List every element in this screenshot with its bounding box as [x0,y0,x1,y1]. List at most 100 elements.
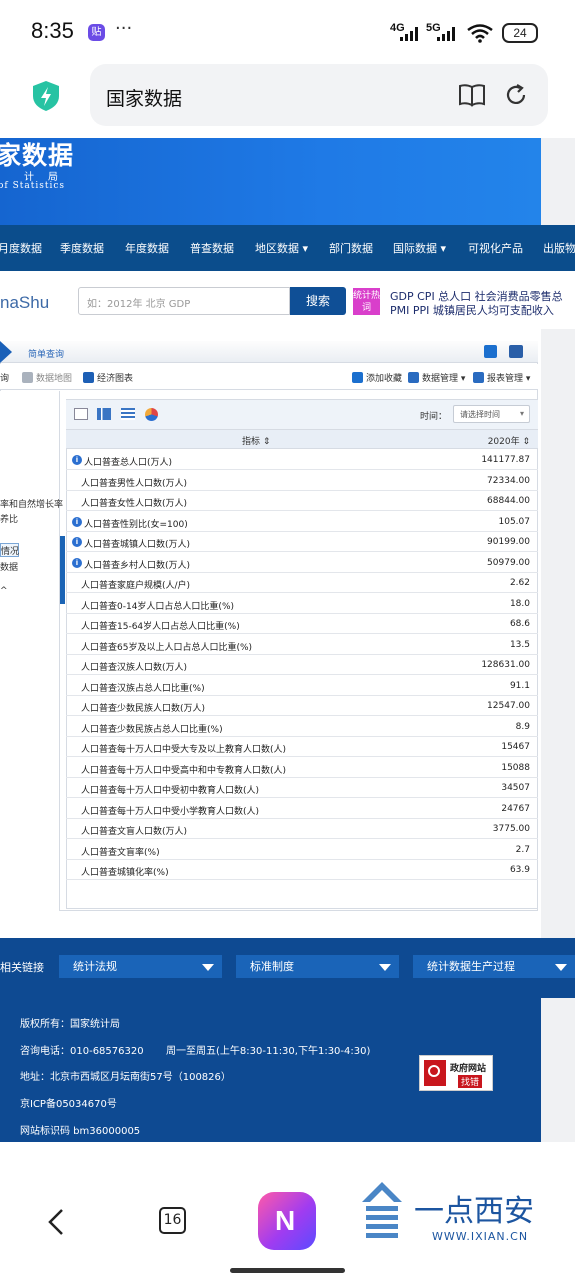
info-icon[interactable]: i [72,557,82,568]
row-indicator-name: 人口普查家庭户规模(人/户) [81,581,191,591]
footer-icp[interactable]: 京ICP备05034670号 [20,1095,117,1110]
row-value: 2.62 [509,578,530,588]
row-indicator-name: 人口普查汉族人口数(万人) [81,663,188,673]
back-icon[interactable] [46,1208,66,1236]
nav-publications[interactable]: 出版物 [543,240,575,256]
battery-icon: 24 [502,23,538,43]
table-row[interactable]: 人口普查女性人口数(万人) 68844.00 [66,491,538,511]
add-favorite-button[interactable]: 添加收藏 [352,371,402,384]
table-row[interactable]: 人口普查15-64岁人口占总人口比重(%) 68.6 [66,614,538,634]
col-year[interactable]: 2020年 ⇕ [488,434,530,447]
report-manage-button[interactable]: 报表管理 ▾ [473,371,530,384]
nav-monthly[interactable]: 月度数据 [0,240,42,256]
row-indicator-name: 人口普查每十万人口中受大专及以上教育人口数(人) [81,745,287,755]
nav-quarterly[interactable]: 季度数据 [60,240,104,256]
hot-words-line2[interactable]: PMI PPI 城镇居民人均可支配收入 [390,302,554,318]
watermark-logo-icon [362,1182,402,1238]
dropdown-data-process[interactable]: 统计数据生产过程 [413,955,575,978]
table-row[interactable]: 人口普查每十万人口中受高中和中专教育人口数(人) 15088 [66,758,538,778]
data-map-button[interactable]: 数据地图 [22,371,72,384]
col-indicator[interactable]: 指标 ⇕ [242,434,270,447]
chevron-down-icon [555,964,567,971]
info-icon[interactable]: i [72,455,82,465]
row-indicator-name: 人口普查每十万人口中受小学教育人口数(人) [81,806,260,817]
search-input[interactable]: 如：2012年 北京 GDP [78,287,290,315]
chevron-down-icon: ▾ [519,409,524,418]
tree-item-selected[interactable]: 情况 [1,544,19,557]
search-button[interactable]: 搜索 [290,287,346,315]
dropdown-statistics-law[interactable]: 统计法规 [59,955,222,978]
info-icon[interactable]: i [72,537,82,547]
table-row[interactable]: 人口普查文盲人口数(万人) 3775.00 [66,819,538,839]
table-row[interactable]: 人口普查每十万人口中受小学教育人口数(人) 24767 [66,799,538,819]
h-bar-chart-icon[interactable] [121,408,135,420]
table-row[interactable]: 人口普查0-14岁人口占总人口比重(%) 18.0 [66,594,538,614]
clock: 8:35 [31,18,74,43]
nav-international[interactable]: 国际数据 ▾ [393,240,446,256]
tree-item[interactable]: 率和自然增长率 [0,497,63,510]
row-indicator-name: 人口普查每十万人口中受初中教育人口数(人) [81,786,260,796]
table-row[interactable]: i 人口普查总人口(万人) 141177.87 [66,450,538,470]
ai-assistant-icon[interactable]: N [258,1192,316,1250]
nav-yearly[interactable]: 年度数据 [125,240,169,256]
table-row[interactable]: 人口普查65岁及以上人口占总人口比重(%) 13.5 [66,635,538,655]
time-select[interactable]: 请选择时间 ▾ [453,405,530,423]
print-icon[interactable] [509,345,523,358]
data-manage-icon [408,372,419,383]
info-icon[interactable]: i [72,516,82,527]
row-indicator-name: 人口普查男性人口数(万人) [81,478,188,489]
address-bar[interactable]: 国家数据 [90,64,548,126]
table-row[interactable]: 人口普查每十万人口中受初中教育人口数(人) 34507 [66,778,538,798]
table-row[interactable]: 人口普查文盲率(%) 2.7 [66,840,538,860]
signal-5g-icon [437,26,459,41]
table-row[interactable]: 人口普查家庭户规模(人/户) 2.62 [66,573,538,593]
footer-copyright: 版权所有：国家统计局 [20,1019,120,1030]
shield-icon[interactable] [32,80,60,112]
table-row[interactable]: 人口普查男性人口数(万人) 72334.00 [66,471,538,491]
site-subtitle-en: of Statistics [0,181,66,191]
home-indicator[interactable] [230,1268,345,1273]
table-row[interactable]: 人口普查少数民族人口数(万人) 12547.00 [66,696,538,716]
bar-chart-icon[interactable] [97,408,111,420]
tree-collapse-handle[interactable] [60,536,65,604]
table-toolbar: 时间： 请选择时间 ▾ [66,400,538,430]
pie-chart-icon[interactable] [145,408,158,421]
watermark-text-cn: 一点西安 [414,1194,534,1229]
row-indicator-name: 人口普查城镇化率(%) [81,868,169,878]
gov-site-error-badge[interactable]: 政府网站 找错 [419,1055,493,1091]
table-row[interactable]: i 人口普查城镇人口数(万人) 90199.00 [66,532,538,552]
table-row[interactable]: 人口普查城镇化率(%) 63.9 [66,860,538,880]
table-row[interactable]: 人口普查汉族占总人口比重(%) 91.1 [66,676,538,696]
query-tab-cut[interactable]: 询 [0,371,9,384]
browser-bottom-nav: 16 N 一点西安 WWW.IXIAN.CN [0,1142,575,1280]
magnifier-icon [424,1060,446,1086]
data-manage-button[interactable]: 数据管理 ▾ [408,371,465,384]
economic-chart-button[interactable]: 经济图表 [83,371,133,384]
refresh-icon[interactable] [504,83,528,107]
nav-census[interactable]: 普查数据 [190,240,234,256]
export-icon[interactable] [484,345,497,358]
nav-department[interactable]: 部门数据 [329,240,373,256]
chart-grid-icon [83,372,94,383]
reader-mode-icon[interactable] [458,83,486,107]
tabs-button[interactable]: 16 [159,1207,186,1234]
nav-visualization[interactable]: 可视化产品 [468,240,523,256]
tree-item[interactable]: 养比 [0,512,18,525]
table-row[interactable]: i 人口普查乡村人口数(万人) 50979.00 [66,553,538,573]
tree-item[interactable]: ^ [0,586,8,596]
table-row[interactable]: 人口普查汉族人口数(万人) 128631.00 [66,655,538,675]
table-view-icon[interactable] [74,408,88,420]
table-row[interactable]: 人口普查少数民族占总人口比重(%) 8.9 [66,717,538,737]
time-label: 时间： [420,412,448,422]
dropdown-standards[interactable]: 标准制度 [236,955,399,978]
row-indicator-name: 人口普查0-14岁人口占总人口比重(%) [81,601,235,612]
breadcrumb-item[interactable]: 简单查询 [28,347,64,360]
table-row[interactable]: 人口普查每十万人口中受大专及以上教育人口数(人) 15467 [66,737,538,757]
nav-regional[interactable]: 地区数据 ▾ [255,240,308,256]
table-row[interactable]: i 人口普查性别比(女=100) 105.07 [66,512,538,532]
row-value: 72334.00 [487,475,530,486]
url-text[interactable]: 国家数据 [106,84,182,111]
row-indicator-name: 人口普查汉族占总人口比重(%) [81,683,205,694]
tree-item[interactable]: 数据 [0,560,18,573]
main-nav: 月度数据 季度数据 年度数据 普查数据 地区数据 ▾ 部门数据 国际数据 ▾ 可… [0,225,575,271]
